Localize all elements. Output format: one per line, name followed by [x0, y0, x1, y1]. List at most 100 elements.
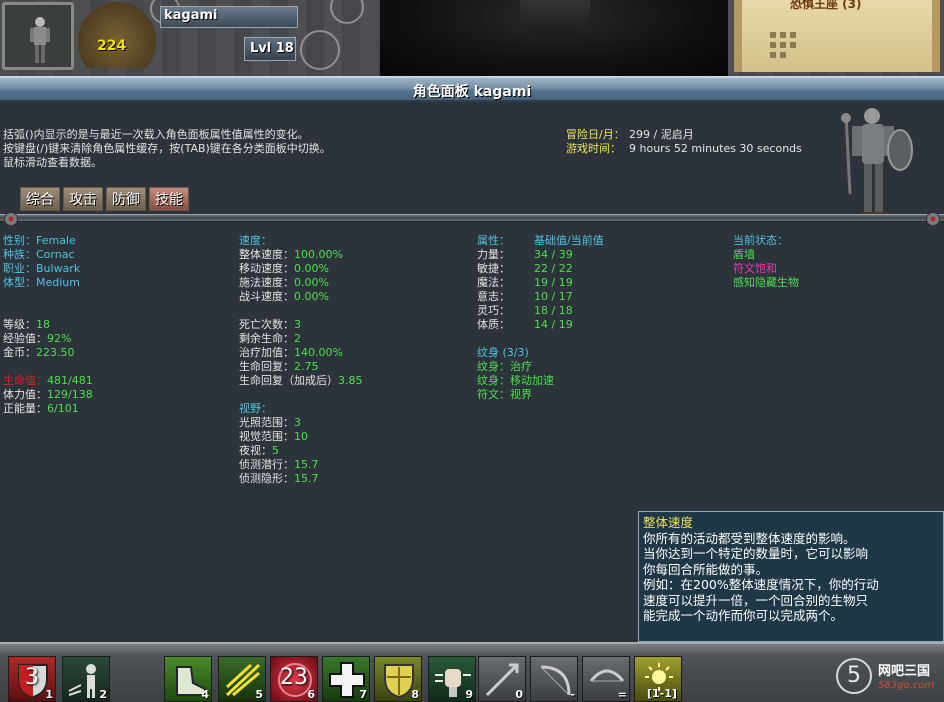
dexterity-value[interactable]: 22 / 22: [534, 262, 573, 275]
divider-knob-icon: [926, 212, 940, 226]
sight-range-label[interactable]: 视觉范围：: [239, 430, 294, 443]
slot-key: 7: [359, 688, 367, 701]
cunning-value[interactable]: 18 / 18: [534, 304, 573, 317]
hotbar-slot-7[interactable]: 7: [322, 656, 370, 702]
dexterity-label[interactable]: 敏捷：: [477, 262, 534, 276]
night-vision-label[interactable]: 夜视：: [239, 444, 272, 457]
adventure-day-value: 299 / 泥启月: [629, 128, 694, 141]
constitution-label[interactable]: 体质：: [477, 318, 534, 332]
hotbar-slot-5[interactable]: 5: [218, 656, 266, 702]
tattoo-label[interactable]: 纹身：: [477, 374, 510, 387]
hotbar-slot-1[interactable]: 3 1: [8, 656, 56, 702]
sight-range-value[interactable]: 10: [294, 430, 308, 443]
time-block: 冒险日/月： 299 / 泥启月 游戏时间： 9 hours 52 minutes …: [566, 128, 802, 156]
player-portrait[interactable]: [2, 2, 74, 70]
life-value: 481/481: [47, 374, 93, 387]
hotbar-slot-minus[interactable]: -: [530, 656, 578, 702]
combat-speed-label[interactable]: 战斗速度：: [239, 290, 294, 303]
tab-attack[interactable]: 攻击: [63, 187, 103, 211]
hotbar-slot-2[interactable]: 2: [62, 656, 110, 702]
magic-label[interactable]: 魔法：: [477, 276, 534, 290]
global-speed-value[interactable]: 100.00%: [294, 248, 343, 261]
hotbar-slot-0[interactable]: 0: [478, 656, 526, 702]
constitution-value[interactable]: 14 / 19: [534, 318, 573, 331]
status-rune-saturation[interactable]: 符文饱和: [733, 262, 777, 275]
stats-column-attributes: 属性： 基础值/当前值 力量： 34 / 39 敏捷： 22 / 22 魔法： 19 /…: [477, 234, 604, 402]
hotbar-slot-4[interactable]: 4: [164, 656, 212, 702]
attributes-subheader: 基础值/当前值: [534, 234, 604, 247]
move-speed-value[interactable]: 0.00%: [294, 262, 329, 275]
life-regen-value[interactable]: 2.75: [294, 360, 319, 373]
vine-ornament: [330, 0, 364, 24]
vine-ornament: [300, 30, 340, 70]
game-time-value: 9 hours 52 minutes 30 seconds: [629, 142, 802, 155]
global-speed-label[interactable]: 整体速度：: [239, 248, 294, 261]
sex-label: 性别：: [3, 234, 36, 247]
tab-skills[interactable]: 技能: [149, 187, 189, 211]
hotbar-slot-8[interactable]: 8: [374, 656, 422, 702]
tooltip-line: 你所有的活动都受到整体速度的影响。: [643, 530, 856, 546]
tooltip-line: 速度可以提升一倍，一个回合别的生物只: [643, 592, 869, 608]
deaths-label[interactable]: 死亡次数：: [239, 318, 294, 331]
combat-speed-value[interactable]: 0.00%: [294, 290, 329, 303]
life-regen-bonus-label[interactable]: 生命回复（加成后）: [239, 374, 338, 387]
vision-header: 视野：: [239, 402, 272, 415]
tattoo-value[interactable]: 治疗: [510, 360, 532, 373]
tab-general[interactable]: 综合: [20, 187, 60, 211]
tattoo-label[interactable]: 纹身：: [477, 360, 510, 373]
life-regen-label[interactable]: 生命回复：: [239, 360, 294, 373]
tab-defense[interactable]: 防御: [106, 187, 146, 211]
willpower-label[interactable]: 意志：: [477, 290, 534, 304]
hotbar-slot-6[interactable]: 23 6: [270, 656, 318, 702]
lives-left-value[interactable]: 2: [294, 332, 301, 345]
healing-mod-value[interactable]: 140.00%: [294, 346, 343, 359]
race-label: 种族：: [3, 248, 36, 261]
lives-left-label[interactable]: 剩余生命：: [239, 332, 294, 345]
life-regen-bonus-value[interactable]: 3.85: [338, 374, 363, 387]
rune-label[interactable]: 符文：: [477, 388, 510, 401]
dungeon-arch: [520, 0, 590, 34]
tooltip-line: 当你达到一个特定的数量时，它可以影响: [643, 546, 869, 561]
light-radius-value[interactable]: 3: [294, 416, 301, 429]
night-vision-value[interactable]: 5: [272, 444, 279, 457]
hotbar-slot-equals[interactable]: =: [582, 656, 630, 702]
see-stealth-value[interactable]: 15.7: [294, 458, 319, 471]
minimap-icon[interactable]: [764, 28, 800, 64]
strength-label[interactable]: 力量：: [477, 248, 534, 262]
intro-line: 鼠标滑动查看数据。: [3, 156, 102, 169]
status-header: 当前状态：: [733, 234, 788, 247]
status-sense-hidden[interactable]: 感知隐藏生物: [733, 276, 799, 289]
magic-value[interactable]: 19 / 19: [534, 276, 573, 289]
player-level: Lvl 18: [250, 41, 294, 56]
healing-mod-label[interactable]: 治疗加值：: [239, 346, 294, 359]
cast-speed-label[interactable]: 施法速度：: [239, 276, 294, 289]
cast-speed-value[interactable]: 0.00%: [294, 276, 329, 289]
hotbar-slot-9[interactable]: 9: [428, 656, 476, 702]
slot-key: 1: [45, 688, 53, 701]
light-radius-label[interactable]: 光照范围：: [239, 416, 294, 429]
cunning-label[interactable]: 灵巧：: [477, 304, 534, 318]
exp-value: 92%: [47, 332, 72, 345]
willpower-value[interactable]: 10 / 17: [534, 290, 573, 303]
attributes-header: 属性：: [477, 234, 510, 247]
see-invisible-value[interactable]: 15.7: [294, 472, 319, 485]
strength-value[interactable]: 34 / 39: [534, 248, 573, 261]
status-shield-wall[interactable]: 盾墙: [733, 248, 755, 261]
tooltip-title: 整体速度: [643, 515, 694, 530]
divider-knob-icon: [4, 212, 18, 226]
gold-value: 223.50: [36, 346, 75, 359]
tattoo-value[interactable]: 移动加速: [510, 374, 554, 387]
stats-column-basic: 性别：Female 种族：Cornac 职业：Bulwark 体型：Medium…: [3, 234, 93, 416]
move-speed-label[interactable]: 移动速度：: [239, 262, 294, 275]
logo-text: 网吧三国: [878, 664, 931, 679]
slot-key: 4: [201, 688, 209, 701]
see-stealth-label[interactable]: 侦测潜行：: [239, 458, 294, 471]
tattoo-header: 纹身 (3/3): [477, 346, 529, 359]
hotbar-slot-sun[interactable]: [1-1]: [634, 656, 682, 702]
player-name: kagami: [164, 8, 218, 23]
rune-value[interactable]: 视界: [510, 388, 532, 401]
watermark-logo: 5 网吧三国 583go.com: [836, 652, 942, 700]
tooltip-body: 你所有的活动都受到整体速度的影响。 当你达到一个特定的数量时，它可以影响 你每回…: [643, 531, 939, 624]
deaths-value[interactable]: 3: [294, 318, 301, 331]
see-invisible-label[interactable]: 侦测隐形：: [239, 472, 294, 485]
